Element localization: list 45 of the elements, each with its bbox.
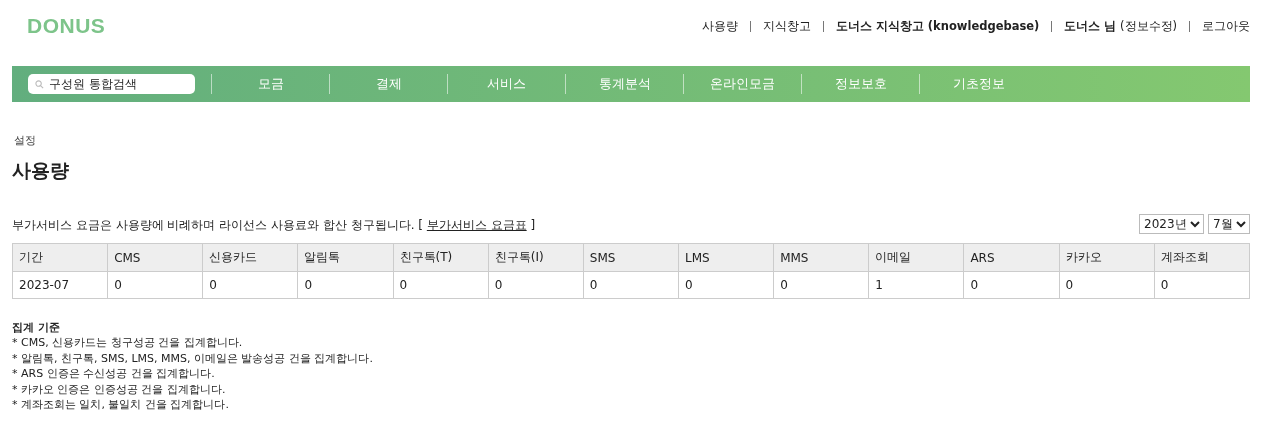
notes-title: 집계 기준: [12, 320, 61, 335]
table-cell: 1: [868, 271, 964, 299]
column-header: 친구톡(T): [393, 243, 489, 272]
search-field[interactable]: 구성원 통합검색: [28, 74, 195, 94]
table-cell: 0: [393, 271, 489, 299]
page-title: 사용량: [12, 158, 70, 183]
table-cell: 0: [963, 271, 1060, 299]
intro-text: 부가서비스 요금은 사용량에 비례하며 라이선스 사용료와 합산 청구됩니다. [ 부가서비스 요금표 ]: [12, 217, 536, 234]
column-header: MMS: [773, 243, 869, 272]
note-line: * ARS 인증은 수신성공 건을 집계합니다.: [12, 366, 216, 382]
column-header: 계좌조회: [1154, 243, 1250, 272]
header-link[interactable]: 지식창고: [749, 20, 823, 32]
table-cell: 0: [583, 271, 679, 299]
column-header: 기간: [12, 243, 108, 272]
header-link[interactable]: 사용량: [689, 20, 750, 32]
table-cell: 2023-07: [12, 271, 108, 299]
dropdown[interactable]: 7월: [1208, 214, 1250, 234]
fee-table-link[interactable]: 부가서비스 요금표: [426, 218, 527, 232]
column-header: 카카오: [1059, 243, 1155, 272]
note-line: * 카카오 인증은 인증성공 건을 집계합니다.: [12, 381, 227, 397]
table-cell: 0: [202, 271, 298, 299]
header-link[interactable]: 도너스 님 (정보수정): [1051, 20, 1189, 32]
note-line: * CMS, 신용카드는 청구성공 건을 집계합니다.: [12, 335, 244, 351]
column-header: 알림톡: [297, 243, 394, 272]
table-cell: 0: [678, 271, 774, 299]
table-cell: 0: [1059, 271, 1155, 299]
note-line: * 알림톡, 친구톡, SMS, LMS, MMS, 이메일은 발송성공 건을 집계합니다.: [12, 350, 374, 366]
search-icon: [35, 80, 44, 89]
table-cell: 0: [107, 271, 203, 299]
column-header: 친구톡(I): [488, 243, 584, 272]
header-link[interactable]: 로그아웃: [1189, 20, 1250, 32]
table-cell: 0: [1154, 271, 1250, 299]
column-header: CMS: [107, 243, 203, 272]
table-cell: 0: [773, 271, 869, 299]
column-header: 신용카드: [202, 243, 298, 272]
column-header: ARS: [963, 243, 1060, 272]
column-header: LMS: [678, 243, 774, 272]
table-cell: 0: [488, 271, 584, 299]
header-link[interactable]: 도너스 지식창고 (knowledgebase): [822, 20, 1052, 32]
table-cell: 0: [297, 271, 394, 299]
column-header: SMS: [583, 243, 679, 272]
note-line: * 계좌조회는 일치, 불일치 건을 집계합니다.: [12, 397, 230, 413]
column-header: 이메일: [868, 243, 964, 272]
dropdown[interactable]: 2023년: [1139, 214, 1204, 234]
breadcrumb: 설정: [14, 134, 37, 148]
